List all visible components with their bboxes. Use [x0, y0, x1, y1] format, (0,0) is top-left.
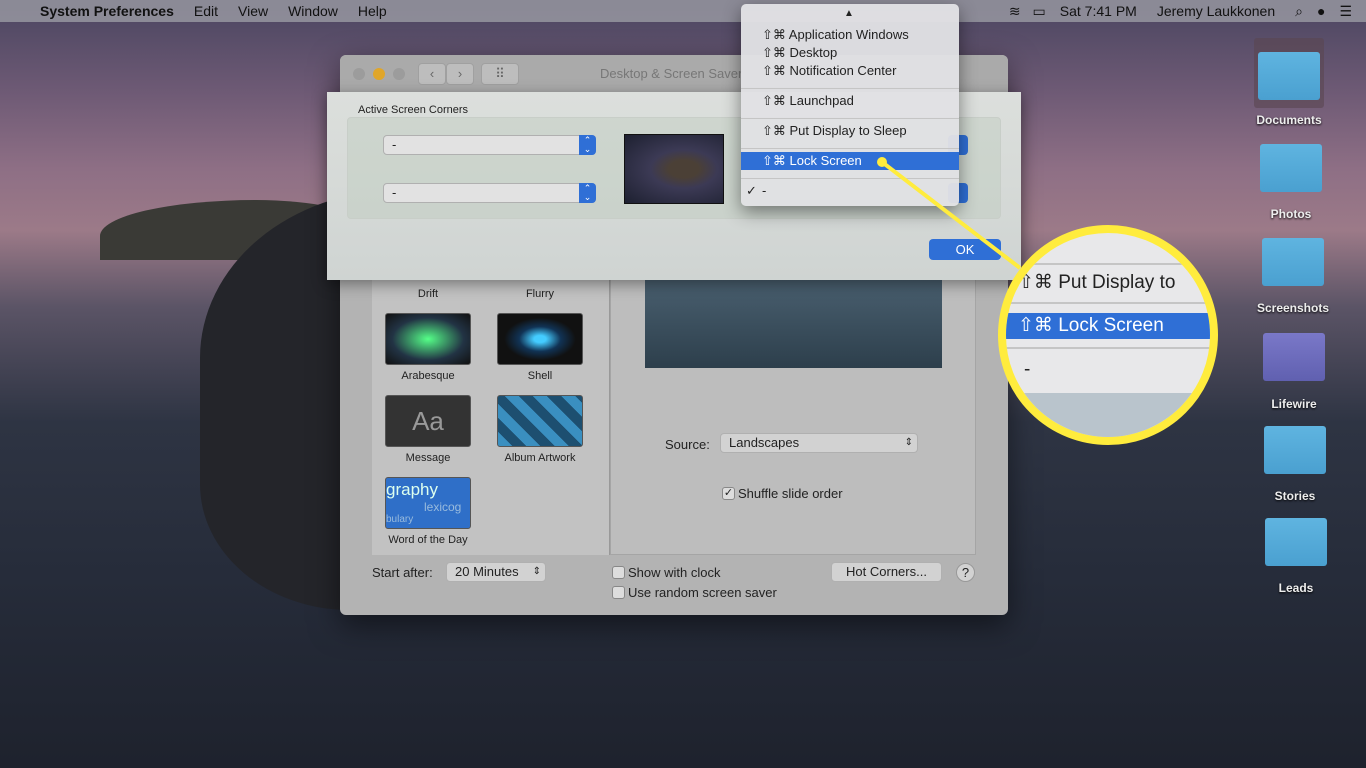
icon-label: Stories [1274, 489, 1316, 503]
icon-label: Documents [1256, 113, 1322, 127]
magnified-put-display: ⇧⌘ Put Display to [1018, 272, 1176, 293]
icon-label: Photos [1270, 207, 1312, 221]
desktop-icon-documents[interactable]: Documents [1244, 38, 1334, 128]
magnifier-circle: ⇧⌘ Put Display to ⇧⌘ Lock Screen - [998, 225, 1218, 445]
magnifier-sep [1006, 302, 1210, 304]
folder-icon [1264, 426, 1326, 474]
folder-icon [1258, 52, 1320, 100]
icon-label: Screenshots [1256, 301, 1330, 315]
desktop-icon-photos[interactable]: Photos [1246, 144, 1336, 224]
callout-dot [877, 157, 887, 167]
folder-icon [1265, 518, 1327, 566]
desktop-icon-stories[interactable]: Stories [1250, 426, 1340, 506]
icon-label: Leads [1278, 581, 1314, 595]
desktop-icon-lifewire[interactable]: Lifewire [1249, 333, 1339, 413]
desktop-icon-leads[interactable]: Leads [1251, 518, 1341, 598]
magnified-lock-screen: ⇧⌘ Lock Screen [1006, 313, 1210, 339]
icon-label: Lifewire [1271, 397, 1317, 411]
callout-pointer [880, 160, 1022, 270]
folder-icon [1262, 238, 1324, 286]
magnifier-sep [1006, 347, 1210, 349]
magnified-none: - [1024, 359, 1031, 380]
folder-icon [1263, 333, 1325, 381]
folder-icon [1260, 144, 1322, 192]
magnifier-sep [1006, 263, 1210, 265]
desktop-icon-screenshots[interactable]: Screenshots [1248, 238, 1338, 318]
